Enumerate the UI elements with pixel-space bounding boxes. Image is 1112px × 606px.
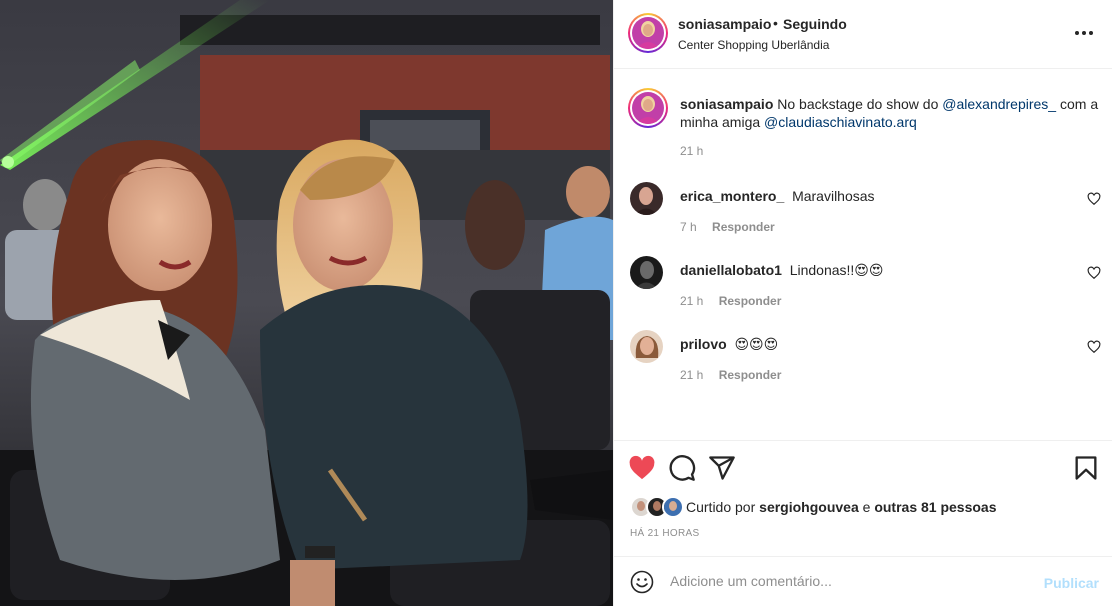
more-horizontal-icon[interactable] bbox=[1073, 22, 1095, 44]
post-header: soniasampaio • Seguindo Center Shopping … bbox=[614, 0, 1112, 69]
comment-item: erica_montero_ Maravilhosas 7 h Responde… bbox=[614, 182, 1112, 242]
comment-body: daniellalobato1 Lindonas!!😍😍 bbox=[680, 262, 884, 279]
heart-outline-icon[interactable] bbox=[1087, 340, 1101, 354]
liked-others-link[interactable]: outras 81 pessoas bbox=[874, 499, 996, 515]
comment-time[interactable]: 21 h bbox=[680, 368, 703, 382]
post-details-panel: soniasampaio • Seguindo Center Shopping … bbox=[613, 0, 1112, 606]
reply-button[interactable]: Responder bbox=[719, 368, 782, 382]
share-icon[interactable] bbox=[708, 454, 736, 482]
caption-username[interactable]: soniasampaio bbox=[680, 96, 773, 112]
commenter-avatar-image bbox=[630, 182, 663, 215]
caption-author-avatar[interactable] bbox=[628, 88, 668, 128]
comment-item: daniellalobato1 Lindonas!!😍😍 21 h Respon… bbox=[614, 256, 1112, 316]
commenter-avatar-image bbox=[630, 330, 663, 363]
commenter-avatar[interactable] bbox=[630, 330, 663, 363]
separator-dot: • bbox=[773, 15, 778, 31]
caption-mention-2[interactable]: @claudiaschiavinato.arq bbox=[764, 114, 917, 130]
add-comment-bar: Publicar bbox=[614, 556, 1112, 606]
post-location[interactable]: Center Shopping Uberlândia bbox=[678, 38, 829, 52]
post-modal: soniasampaio • Seguindo Center Shopping … bbox=[0, 0, 1112, 606]
author-avatar[interactable] bbox=[628, 13, 668, 53]
caption-text-part-1: No backstage do show do bbox=[773, 96, 943, 112]
author-avatar-image bbox=[632, 17, 664, 49]
comment-meta: 21 h Responder bbox=[680, 294, 781, 308]
caption-mention-1[interactable]: @alexandrepires_ bbox=[942, 96, 1056, 112]
comment-username[interactable]: erica_montero_ bbox=[680, 188, 784, 204]
comment-text: Lindonas!!😍😍 bbox=[789, 262, 884, 278]
liked-user[interactable]: sergiohgouvea bbox=[759, 499, 859, 515]
comment-input[interactable] bbox=[670, 573, 1030, 589]
liked-prefix: Curtido por bbox=[686, 499, 760, 515]
bookmark-icon[interactable] bbox=[1072, 454, 1100, 482]
comment-item: prilovo 😍😍😍 21 h Responder bbox=[614, 330, 1112, 390]
caption-time[interactable]: 21 h bbox=[680, 144, 703, 158]
liked-mid: e bbox=[858, 499, 875, 515]
comment-time[interactable]: 7 h bbox=[680, 220, 697, 234]
comment-username[interactable]: prilovo bbox=[680, 336, 727, 352]
caption-text: soniasampaio No backstage do show do @al… bbox=[680, 95, 1100, 131]
comment-body: prilovo 😍😍😍 bbox=[680, 336, 778, 353]
more-options-glyph bbox=[1075, 31, 1093, 35]
comment-text: Maravilhosas bbox=[792, 188, 875, 204]
backstage-photo-illustration bbox=[0, 0, 613, 606]
commenter-avatar-image bbox=[630, 256, 663, 289]
heart-outline-icon[interactable] bbox=[1087, 266, 1101, 280]
comment-username[interactable]: daniellalobato1 bbox=[680, 262, 782, 278]
comment-icon[interactable] bbox=[668, 454, 696, 482]
follow-button[interactable]: Seguindo bbox=[783, 16, 847, 32]
liker-avatar-image bbox=[664, 498, 682, 516]
post-actions: Curtido por sergiohgouvea e outras 81 pe… bbox=[614, 440, 1112, 556]
publish-button[interactable]: Publicar bbox=[1044, 575, 1099, 591]
post-timestamp[interactable]: HÁ 21 HORAS bbox=[630, 528, 699, 539]
comment-time[interactable]: 21 h bbox=[680, 294, 703, 308]
comment-meta: 7 h Responder bbox=[680, 220, 775, 234]
post-photo[interactable] bbox=[0, 0, 613, 606]
comment-body: erica_montero_ Maravilhosas bbox=[680, 188, 875, 204]
emoji-icon[interactable] bbox=[630, 570, 654, 594]
liker-avatar[interactable] bbox=[662, 496, 684, 518]
author-username[interactable]: soniasampaio bbox=[678, 16, 771, 32]
caption-avatar-image bbox=[632, 92, 664, 124]
reply-button[interactable]: Responder bbox=[712, 220, 775, 234]
heart-outline-icon[interactable] bbox=[1087, 192, 1101, 206]
commenter-avatar[interactable] bbox=[630, 182, 663, 215]
reply-button[interactable]: Responder bbox=[719, 294, 782, 308]
comment-text: 😍😍😍 bbox=[734, 336, 779, 352]
liked-by-text: Curtido por sergiohgouvea e outras 81 pe… bbox=[686, 499, 997, 515]
commenter-avatar[interactable] bbox=[630, 256, 663, 289]
heart-filled-icon[interactable] bbox=[628, 454, 656, 482]
comment-meta: 21 h Responder bbox=[680, 368, 781, 382]
